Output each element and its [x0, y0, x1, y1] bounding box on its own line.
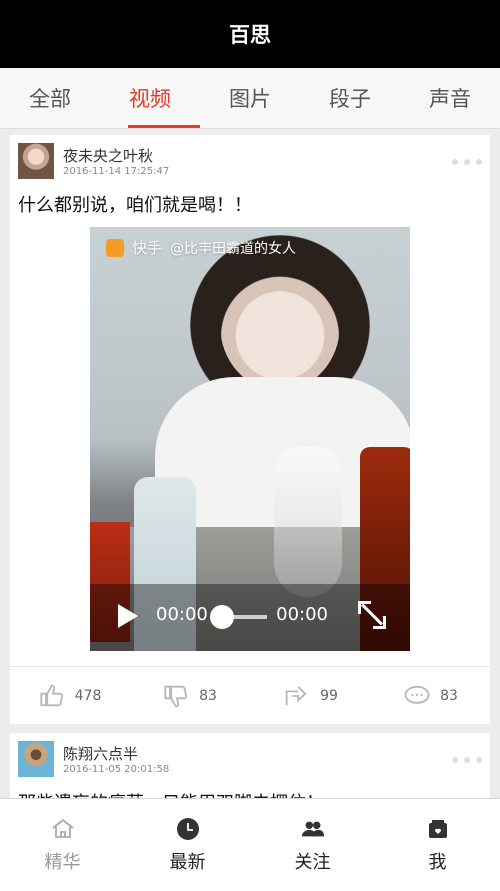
share-button[interactable]: 99 [250, 667, 370, 725]
progress-knob[interactable] [210, 605, 234, 629]
nav-label-me: 我 [428, 852, 447, 873]
dislike-button[interactable]: 83 [130, 667, 250, 725]
nav-newest[interactable]: 最新 [125, 799, 250, 891]
app-logo-icon [106, 238, 124, 257]
comment-button[interactable]: 83 [370, 667, 490, 725]
tab-pictures[interactable]: 图片 [200, 68, 300, 128]
video-watermark: 快手 @比丰田霸道的女人 [106, 237, 296, 258]
avatar[interactable] [18, 741, 54, 777]
play-icon[interactable] [118, 604, 138, 628]
comment-count: 83 [440, 688, 458, 704]
nav-label-follow: 关注 [294, 852, 331, 873]
nav-essence[interactable]: 精华 [0, 799, 125, 891]
video-thumbnail-face [220, 259, 340, 391]
comment-icon [402, 682, 432, 710]
post-actions: 478 83 99 83 [10, 666, 490, 725]
category-tabs: 全部 视频 图片 段子 声音 [0, 68, 500, 129]
like-button[interactable]: 478 [10, 667, 130, 725]
tab-video[interactable]: 视频 [100, 68, 200, 128]
post-text: 什么都别说，咱们就是喝！！ [18, 195, 252, 216]
dislike-count: 83 [199, 688, 217, 704]
fullscreen-icon[interactable] [358, 601, 386, 629]
avatar[interactable] [18, 143, 54, 179]
video-player[interactable]: 快手 @比丰田霸道的女人 00:00 00:00 [90, 227, 410, 651]
total-time: 00:00 [276, 604, 328, 625]
nav-label-essence: 精华 [44, 852, 81, 873]
share-icon [282, 682, 312, 710]
bottom-navigation: 精华 最新 关注 我 [0, 798, 500, 891]
post-card: 夜未央之叶秋 2016-11-14 17:25:47 什么都别说，咱们就是喝！！… [10, 135, 490, 724]
clock-icon [175, 816, 201, 842]
share-count: 99 [320, 688, 338, 704]
more-icon[interactable] [452, 757, 482, 763]
post-timestamp: 2016-11-14 17:25:47 [63, 166, 170, 177]
post-timestamp: 2016-11-05 20:01:58 [63, 764, 170, 775]
video-controls: 00:00 00:00 [90, 584, 410, 651]
video-thumbnail-glass [274, 447, 342, 597]
thumb-down-icon [163, 682, 191, 710]
username[interactable]: 陈翔六点半 [63, 743, 138, 764]
inbox-heart-icon [425, 816, 451, 842]
more-icon[interactable] [452, 159, 482, 165]
home-icon [50, 816, 76, 842]
current-time: 00:00 [156, 604, 208, 625]
thumb-up-icon [39, 682, 67, 710]
watermark-handle: @比丰田霸道的女人 [170, 240, 297, 257]
tab-jokes[interactable]: 段子 [300, 68, 400, 128]
tab-audio[interactable]: 声音 [400, 68, 500, 128]
nav-me[interactable]: 我 [375, 799, 500, 891]
watermark-app-name: 快手 [132, 239, 163, 257]
like-count: 478 [74, 688, 102, 704]
nav-label-newest: 最新 [169, 852, 206, 873]
app-title: 百思 [0, 0, 500, 68]
username[interactable]: 夜未央之叶秋 [63, 145, 153, 166]
nav-follow[interactable]: 关注 [250, 799, 375, 891]
users-icon [300, 816, 326, 842]
tab-all[interactable]: 全部 [0, 68, 100, 128]
